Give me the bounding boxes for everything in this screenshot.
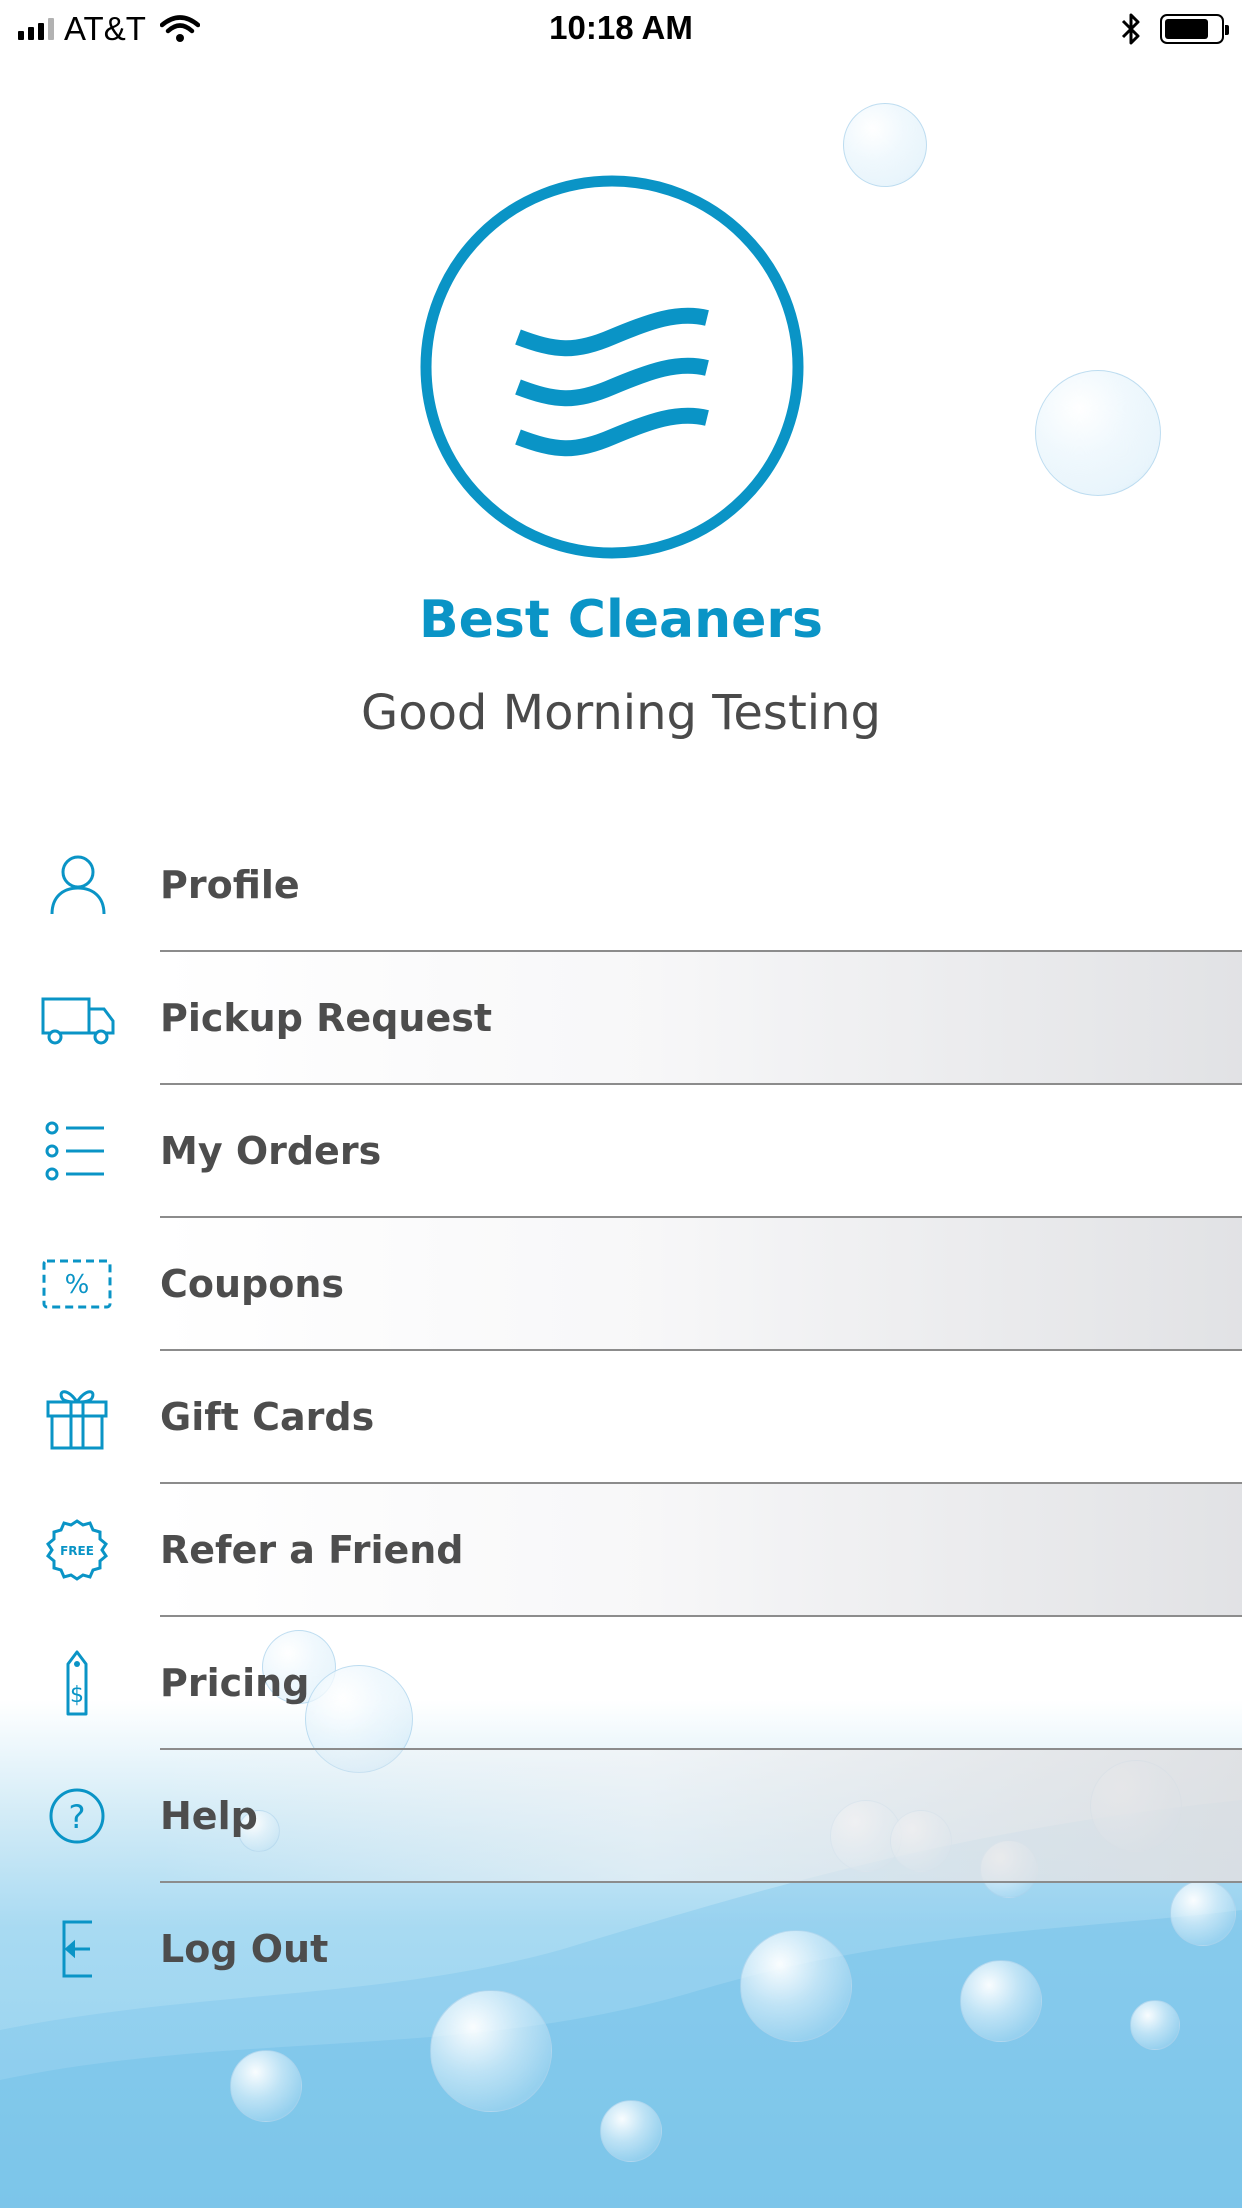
- bubble: [600, 2100, 662, 2162]
- gift-icon: [46, 1390, 108, 1450]
- menu-item-coupons[interactable]: % Coupons: [0, 1218, 1242, 1351]
- bubble: [1035, 370, 1161, 496]
- bubble: [843, 103, 927, 187]
- list-icon: [45, 1121, 104, 1181]
- person-icon: [50, 855, 106, 915]
- battery-icon: [1160, 14, 1229, 44]
- svg-text:%: %: [65, 1270, 90, 1300]
- menu-item-gift-cards[interactable]: Gift Cards: [0, 1351, 1242, 1484]
- menu-item-pricing[interactable]: $ Pricing: [0, 1617, 1242, 1750]
- logout-icon: [62, 1920, 92, 1978]
- menu-item-label: Coupons: [160, 1262, 345, 1306]
- svg-text:?: ?: [69, 1798, 86, 1836]
- menu-item-my-orders[interactable]: My Orders: [0, 1085, 1242, 1218]
- free-badge-icon: FREE: [46, 1519, 108, 1581]
- menu-item-pickup-request[interactable]: Pickup Request: [0, 952, 1242, 1085]
- menu-item-label: Refer a Friend: [160, 1528, 464, 1572]
- menu-item-profile[interactable]: Profile: [0, 819, 1242, 952]
- bluetooth-icon: [1121, 13, 1140, 45]
- brand-logo: [420, 175, 804, 559]
- coupon-icon: %: [42, 1259, 112, 1309]
- truck-icon: [41, 997, 115, 1045]
- free-badge-text: FREE: [60, 1544, 94, 1558]
- status-bar: AT&T 10:18 AM: [0, 0, 1242, 60]
- help-icon: ?: [49, 1788, 105, 1844]
- greeting-text: Good Morning Testing: [361, 685, 881, 741]
- menu-item-help[interactable]: ? Help: [0, 1750, 1242, 1883]
- menu-item-log-out[interactable]: Log Out: [0, 1883, 1242, 2016]
- status-time: 10:18 AM: [549, 9, 693, 46]
- menu-item-label: Pickup Request: [160, 996, 492, 1040]
- menu-item-label: Profile: [160, 863, 300, 907]
- bubble: [230, 2050, 302, 2122]
- menu-item-label: Pricing: [160, 1661, 310, 1705]
- menu-item-label: Gift Cards: [160, 1395, 375, 1439]
- main-menu: Profile Pickup Request My Orders % Coupo…: [0, 819, 1242, 2016]
- svg-text:$: $: [70, 1683, 84, 1708]
- menu-item-label: Log Out: [160, 1927, 329, 1971]
- menu-item-label: Help: [160, 1794, 258, 1838]
- brand-name: Best Cleaners: [418, 590, 824, 650]
- menu-item-label: My Orders: [160, 1129, 382, 1173]
- menu-item-refer-a-friend[interactable]: FREE Refer a Friend: [0, 1484, 1242, 1617]
- price-tag-icon: $: [66, 1650, 88, 1716]
